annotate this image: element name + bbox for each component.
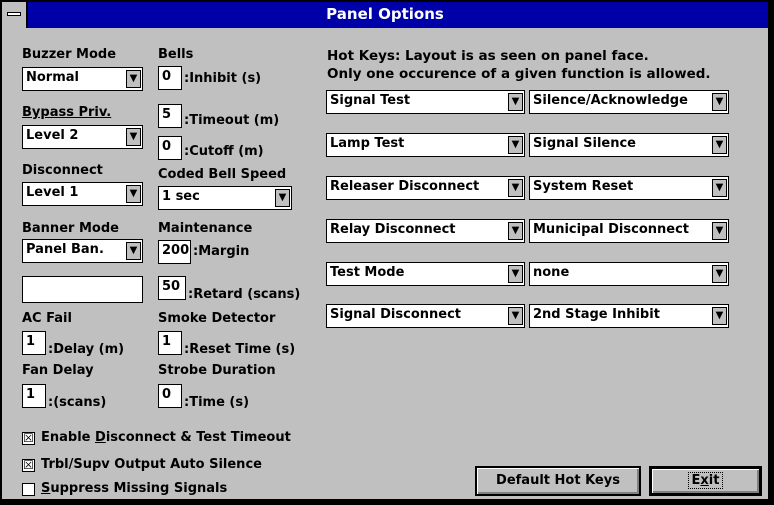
banner-text-input[interactable] xyxy=(22,276,143,303)
hotkey-value: Test Mode xyxy=(330,265,405,280)
suppress-missing-label: Suppress Missing Signals xyxy=(41,481,228,496)
chevron-down-icon[interactable]: ▼ xyxy=(712,93,727,111)
bells-inhibit-unit: :Inhibit (s) xyxy=(184,71,262,86)
chevron-down-icon[interactable]: ▼ xyxy=(508,136,523,154)
default-hot-keys-button[interactable]: Default Hot Keys xyxy=(475,466,641,496)
fan-delay-unit: :(scans) xyxy=(48,395,107,410)
buzzer-mode-value: Normal xyxy=(26,70,79,85)
bypass-priv-label: Bypass Priv. xyxy=(22,105,112,120)
chevron-down-icon[interactable]: ▼ xyxy=(508,222,523,240)
hotkey-dropdown[interactable]: Test Mode ▼ xyxy=(326,262,525,286)
bells-cutoff-unit: :Cutoff (m) xyxy=(184,144,264,159)
chevron-down-icon[interactable]: ▼ xyxy=(508,93,523,111)
trbl-supv-checkbox[interactable]: ☒ xyxy=(22,459,35,472)
strobe-time-input[interactable]: 0 xyxy=(158,384,182,408)
maintenance-retard-input[interactable]: 50 xyxy=(158,276,186,300)
chevron-down-icon[interactable]: ▼ xyxy=(126,242,141,260)
hotkey-value: Signal Silence xyxy=(533,136,637,151)
smoke-reset-unit: :Reset Time (s) xyxy=(184,342,296,357)
hotkey-dropdown[interactable]: Silence/Acknowledge ▼ xyxy=(529,90,729,114)
hotkey-dropdown[interactable]: Lamp Test ▼ xyxy=(326,133,525,157)
chevron-down-icon[interactable]: ▼ xyxy=(712,222,727,240)
chevron-down-icon[interactable]: ▼ xyxy=(126,128,141,146)
hotkey-value: Signal Disconnect xyxy=(330,307,462,322)
disconnect-value: Level 1 xyxy=(26,185,79,200)
hotkey-dropdown[interactable]: Signal Silence ▼ xyxy=(529,133,729,157)
hotkey-dropdown[interactable]: none ▼ xyxy=(529,262,729,286)
chevron-down-icon[interactable]: ▼ xyxy=(508,179,523,197)
maintenance-margin-input[interactable]: 200 xyxy=(158,240,191,264)
coded-bell-speed-value: 1 sec xyxy=(162,189,200,204)
fan-delay-input[interactable]: 1 xyxy=(22,384,46,408)
hotkey-value: none xyxy=(533,265,570,280)
ac-fail-delay-unit: :Delay (m) xyxy=(48,342,125,357)
coded-bell-speed-label: Coded Bell Speed xyxy=(158,167,287,182)
disconnect-dropdown[interactable]: Level 1 ▼ xyxy=(22,182,143,206)
hotkey-value: Signal Test xyxy=(330,93,411,108)
title-bar: Panel Options xyxy=(2,2,768,28)
chevron-down-icon[interactable]: ▼ xyxy=(712,179,727,197)
chevron-down-icon[interactable]: ▼ xyxy=(712,136,727,154)
hotkey-dropdown[interactable]: Signal Disconnect ▼ xyxy=(326,304,525,328)
enable-disconnect-checkbox[interactable]: ☒ xyxy=(22,432,35,445)
hotkey-value: Silence/Acknowledge xyxy=(533,93,688,108)
bells-timeout-input[interactable]: 5 xyxy=(158,104,182,128)
maintenance-retard-unit: :Retard (scans) xyxy=(188,287,301,302)
banner-mode-value: Panel Ban. xyxy=(26,242,104,257)
hotkey-value: Municipal Disconnect xyxy=(533,222,689,237)
chevron-down-icon[interactable]: ▼ xyxy=(712,307,727,325)
hotkey-value: Lamp Test xyxy=(330,136,405,151)
buzzer-mode-dropdown[interactable]: Normal ▼ xyxy=(22,67,143,91)
bells-label: Bells xyxy=(158,47,194,62)
chevron-down-icon[interactable]: ▼ xyxy=(126,185,141,203)
maintenance-label: Maintenance xyxy=(158,221,253,236)
banner-mode-dropdown[interactable]: Panel Ban. ▼ xyxy=(22,239,143,263)
chevron-down-icon[interactable]: ▼ xyxy=(126,70,141,88)
coded-bell-speed-dropdown[interactable]: 1 sec ▼ xyxy=(158,186,292,210)
strobe-time-unit: :Time (s) xyxy=(184,395,250,410)
smoke-detector-label: Smoke Detector xyxy=(158,311,276,326)
panel-options-window: Panel Options Buzzer Mode Normal ▼ Bypas… xyxy=(0,0,770,501)
smoke-reset-input[interactable]: 1 xyxy=(158,331,182,355)
suppress-missing-checkbox[interactable] xyxy=(22,483,35,496)
chevron-down-icon[interactable]: ▼ xyxy=(508,265,523,283)
enable-disconnect-label: Enable Disconnect & Test Timeout xyxy=(41,430,291,445)
hotkey-value: Relay Disconnect xyxy=(330,222,456,237)
bypass-priv-dropdown[interactable]: Level 2 ▼ xyxy=(22,125,143,149)
maintenance-margin-unit: :Margin xyxy=(193,244,250,259)
hotkey-dropdown[interactable]: 2nd Stage Inhibit ▼ xyxy=(529,304,729,328)
fan-delay-label: Fan Delay xyxy=(22,363,94,378)
ac-fail-label: AC Fail xyxy=(22,311,72,326)
ac-fail-delay-input[interactable]: 1 xyxy=(22,331,46,355)
hotkeys-info-line2: Only one occurence of a given function i… xyxy=(327,66,711,82)
exit-button-label: Exit xyxy=(687,472,724,489)
hotkey-dropdown[interactable]: Releaser Disconnect ▼ xyxy=(326,176,525,200)
hotkey-dropdown[interactable]: Relay Disconnect ▼ xyxy=(326,219,525,243)
hotkey-dropdown[interactable]: Signal Test ▼ xyxy=(326,90,525,114)
hotkeys-info-line1: Hot Keys: Layout is as seen on panel fac… xyxy=(327,48,649,64)
hotkey-value: Releaser Disconnect xyxy=(330,179,480,194)
banner-mode-label: Banner Mode xyxy=(22,221,119,236)
hotkey-dropdown[interactable]: System Reset ▼ xyxy=(529,176,729,200)
bells-cutoff-input[interactable]: 0 xyxy=(158,136,182,160)
trbl-supv-label: Trbl/Supv Output Auto Silence xyxy=(41,457,262,472)
buzzer-mode-label: Buzzer Mode xyxy=(22,47,117,62)
disconnect-label: Disconnect xyxy=(22,163,103,178)
strobe-duration-label: Strobe Duration xyxy=(158,363,276,378)
hotkey-value: 2nd Stage Inhibit xyxy=(533,307,660,322)
bells-inhibit-input[interactable]: 0 xyxy=(158,66,182,90)
exit-button[interactable]: Exit xyxy=(649,466,762,496)
bells-timeout-unit: :Timeout (m) xyxy=(184,113,280,128)
bypass-priv-value: Level 2 xyxy=(26,128,79,143)
hotkey-dropdown[interactable]: Municipal Disconnect ▼ xyxy=(529,219,729,243)
hotkey-value: System Reset xyxy=(533,179,634,194)
chevron-down-icon[interactable]: ▼ xyxy=(712,265,727,283)
window-title: Panel Options xyxy=(326,5,444,23)
chevron-down-icon[interactable]: ▼ xyxy=(508,307,523,325)
chevron-down-icon[interactable]: ▼ xyxy=(275,189,290,207)
